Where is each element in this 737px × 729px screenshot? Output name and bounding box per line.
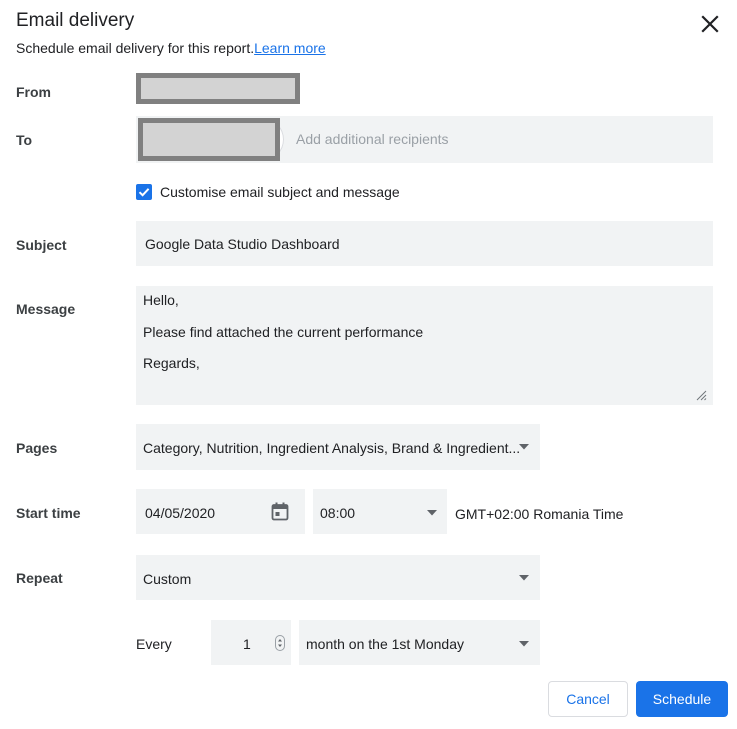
recipient-chip[interactable] [138,118,284,161]
every-label: Every [136,636,172,652]
subject-label: Subject [16,237,67,253]
pages-value: Category, Nutrition, Ingredient Analysis… [143,440,521,456]
calendar-icon[interactable] [271,502,289,521]
every-count-value: 1 [243,636,251,652]
checkmark-icon [138,188,150,197]
arrow-drop-down-icon [519,641,529,647]
pages-dropdown[interactable]: Category, Nutrition, Ingredient Analysis… [136,424,540,470]
recipients-field[interactable] [136,116,713,163]
subtitle-text: Schedule email delivery for this report. [16,40,255,56]
message-label: Message [16,301,76,317]
recipient-redacted [138,118,280,161]
from-email-redacted [136,73,300,104]
start-time-dropdown[interactable]: 08:00 [313,489,447,534]
arrow-drop-down-icon [519,575,529,581]
close-icon [701,15,719,33]
interval-dropdown[interactable]: month on the 1st Monday [299,620,540,665]
dialog-subtitle: Schedule email delivery for this report.… [16,40,326,56]
repeat-value: Custom [143,571,192,587]
subject-value: Google Data Studio Dashboard [145,236,340,252]
start-date-value: 04/05/2020 [145,505,216,521]
from-label: From [16,84,51,100]
message-line: Regards, [143,355,200,371]
schedule-button[interactable]: Schedule [636,681,728,717]
cancel-button[interactable]: Cancel [548,681,628,717]
message-line: Please find attached the current perform… [143,324,424,340]
learn-more-link[interactable]: Learn more [254,40,326,56]
every-count-stepper[interactable]: 1 [211,620,291,665]
pages-label: Pages [16,440,58,456]
timezone-text: GMT+02:00 Romania Time [455,506,624,522]
to-label: To [16,132,33,148]
subject-input[interactable]: Google Data Studio Dashboard [136,221,713,266]
additional-recipients-input[interactable] [294,124,704,154]
arrow-drop-down-icon [427,510,437,516]
interval-value: month on the 1st Monday [306,636,464,652]
close-button[interactable] [697,11,723,37]
start-date-input[interactable]: 04/05/2020 [136,489,305,534]
message-textarea[interactable]: Hello, Please find attached the current … [136,286,713,405]
spinner-icon[interactable] [275,635,285,651]
start-time-label: Start time [16,505,81,521]
dialog-title: Email delivery [16,10,135,31]
customise-checkbox-label[interactable]: Customise email subject and message [160,184,400,200]
repeat-dropdown[interactable]: Custom [136,555,540,600]
customise-checkbox[interactable] [136,184,152,200]
resize-handle-icon[interactable] [695,389,707,401]
start-time-value: 08:00 [320,505,356,521]
arrow-drop-down-icon [519,444,529,450]
message-line: Hello, [143,292,179,308]
repeat-label: Repeat [16,570,63,586]
email-delivery-dialog: Email delivery Schedule email delivery f… [0,0,737,729]
